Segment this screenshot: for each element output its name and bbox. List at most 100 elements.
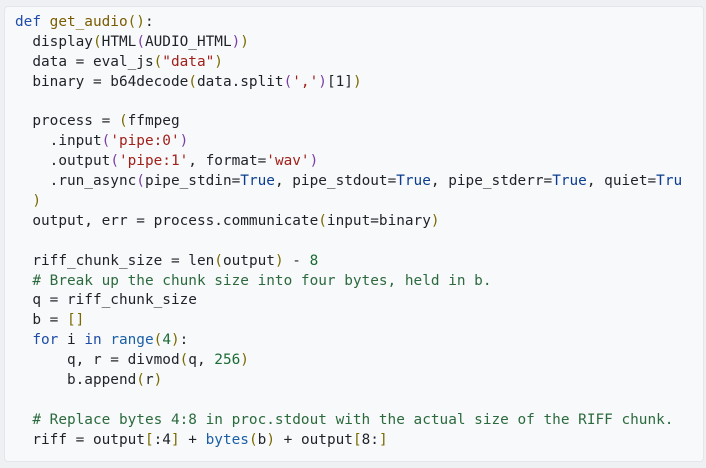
code-token: riff = output <box>15 431 145 448</box>
code-line: .input('pipe:0') <box>15 132 703 152</box>
screenshot-frame: def get_audio(): display(HTML(AUDIO_HTML… <box>0 0 706 468</box>
code-token: process = <box>15 113 119 130</box>
code-token: ) <box>318 73 327 90</box>
code-token: : <box>144 14 154 30</box>
code-token: ) <box>240 33 249 50</box>
code-line: ) <box>15 192 703 212</box>
code-token: # Break up the chunk size into four byte… <box>15 272 492 289</box>
code-token: True <box>396 173 431 190</box>
code-token: # Replace bytes 4:8 in proc.stdout with … <box>15 411 674 428</box>
code-token: Tru <box>656 173 683 190</box>
code-line: process = (ffmpeg <box>15 112 703 132</box>
code-line: q, r = divmod(q, 256) <box>15 351 703 371</box>
code-token: ( <box>248 431 258 448</box>
code-token: range <box>110 332 154 349</box>
code-token: q, r = divmod <box>15 352 180 369</box>
code-token: True <box>552 173 587 190</box>
code-line: binary = b64decode(data.split(',')[1]) <box>15 73 703 93</box>
code-token: output <box>222 252 275 269</box>
code-token: bytes <box>205 431 249 448</box>
code-line: .run_async(pipe_stdin=True, pipe_stdout=… <box>15 172 703 192</box>
code-token: True <box>240 173 275 190</box>
code-token: ( <box>179 352 189 369</box>
code-line: display(HTML(AUDIO_HTML)) <box>15 33 703 53</box>
code-line: data = eval_js("data") <box>15 53 703 73</box>
code-line: for i in range(4): <box>15 331 703 351</box>
code-line: output, err = process.communicate(input=… <box>15 212 703 232</box>
code-token: def <box>15 14 50 30</box>
code-token: ffmpeg <box>127 113 180 130</box>
code-token: output, err = process.communicate <box>15 212 319 229</box>
code-token: q = riff_chunk_size <box>15 292 197 309</box>
code-token: ) <box>352 73 362 90</box>
code-token: : <box>179 332 189 349</box>
code-token: r <box>144 372 154 389</box>
code-token: [] <box>66 312 85 329</box>
code-token: pipe_stdin= <box>144 173 241 190</box>
code-token: .output <box>15 153 111 170</box>
code-token: , quiet= <box>586 173 657 190</box>
code-token: , format= <box>188 153 267 170</box>
code-token: q, <box>188 352 215 369</box>
code-token: ) <box>266 431 275 448</box>
code-token: [1] <box>326 73 353 90</box>
code-token: i <box>66 332 85 349</box>
code-token: ) <box>179 133 189 150</box>
code-token: data.split <box>196 73 284 90</box>
code-token: :4 <box>153 431 171 448</box>
code-token: ( <box>214 252 223 269</box>
code-token: ) <box>430 212 440 229</box>
code-token: ) <box>153 372 163 389</box>
code-token: 'wav' <box>266 153 310 170</box>
code-token: ( <box>136 372 145 389</box>
code-token: 4 <box>162 332 171 349</box>
code-line: riff = output[:4] + bytes(b) + output[8:… <box>15 431 703 451</box>
code-token: ] <box>170 431 180 448</box>
code-token: - <box>283 252 310 269</box>
code-line: riff_chunk_size = len(output) - 8 <box>15 252 703 272</box>
code-token: for <box>15 332 67 349</box>
code-token: ( <box>188 73 197 90</box>
code-token: ) <box>231 33 241 50</box>
code-block: def get_audio(): display(HTML(AUDIO_HTML… <box>15 13 703 451</box>
code-token: ) <box>274 252 284 269</box>
code-token: get_audio <box>49 14 128 30</box>
code-token: input=binary <box>326 212 431 229</box>
code-line: # Break up the chunk size into four byte… <box>15 272 703 292</box>
code-token: AUDIO_HTML <box>144 33 232 50</box>
code-token: , pipe_stderr= <box>430 173 553 190</box>
code-token: 256 <box>214 352 241 369</box>
code-token: ( <box>153 53 163 70</box>
code-token: ] <box>378 431 388 448</box>
code-token: data = eval_js <box>15 53 154 70</box>
code-token: ( <box>136 33 145 50</box>
code-token: , pipe_stdout= <box>274 173 397 190</box>
code-token: .input <box>15 133 102 150</box>
code-token: ( <box>101 133 111 150</box>
code-line: # Replace bytes 4:8 in proc.stdout with … <box>15 411 703 431</box>
code-cell: def get_audio(): display(HTML(AUDIO_HTML… <box>4 6 704 462</box>
code-token: + <box>179 431 206 448</box>
code-token: ',' <box>292 73 319 90</box>
code-token: ) <box>170 332 180 349</box>
code-token: 'pipe:0' <box>110 133 180 150</box>
code-token: ) <box>309 153 319 170</box>
code-token: "data" <box>162 53 215 70</box>
code-token: ) <box>15 193 41 210</box>
code-token: ( <box>136 173 145 190</box>
code-token: + output <box>274 431 353 448</box>
code-token: b.append <box>15 372 137 389</box>
code-token: ) <box>214 53 223 70</box>
code-token: b = <box>15 312 67 329</box>
code-token: ( <box>92 33 102 50</box>
code-token: .run_async <box>15 173 137 190</box>
code-token: ( <box>283 73 293 90</box>
code-line: q = riff_chunk_size <box>15 291 703 311</box>
code-line: .output('pipe:1', format='wav') <box>15 152 703 172</box>
code-line: def get_audio(): <box>15 13 703 33</box>
code-token: 8: <box>361 431 379 448</box>
code-token: HTML <box>101 33 137 50</box>
code-token: binary = b64decode <box>15 73 189 90</box>
